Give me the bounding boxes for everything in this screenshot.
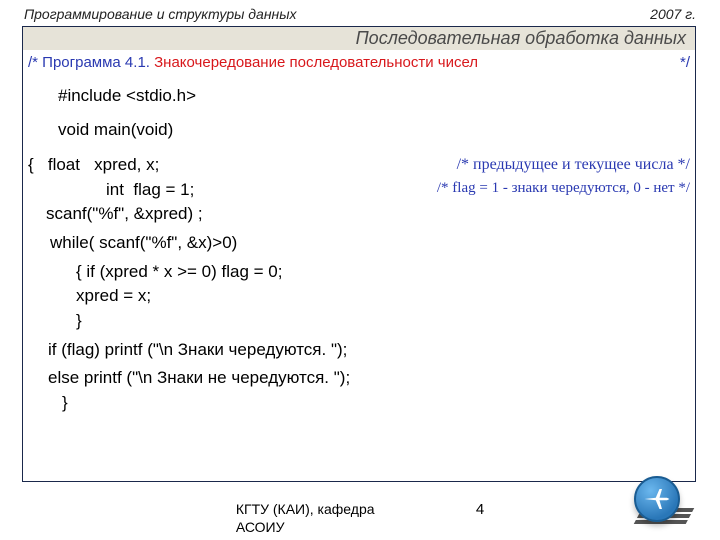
course-title: Программирование и структуры данных bbox=[24, 6, 297, 22]
program-comment-prefix: /* Программа 4.1. bbox=[28, 54, 150, 71]
globe-icon bbox=[634, 476, 680, 522]
code-flag-comment: /* flag = 1 - знаки чередуются, 0 - нет … bbox=[437, 178, 690, 203]
code-else: else printf ("\n Знаки не чередуются. ")… bbox=[28, 362, 690, 391]
program-comment: /* Программа 4.1. Знакочередование после… bbox=[28, 52, 690, 74]
airplane-icon bbox=[642, 484, 672, 514]
code-include: #include <stdio.h> bbox=[28, 74, 690, 109]
code-decl-comment: /* предыдущее и текущее числа */ bbox=[457, 153, 690, 178]
slide-header: Программирование и структуры данных 2007… bbox=[0, 0, 720, 22]
code-while: while( scanf("%f", &x)>0) bbox=[28, 227, 690, 256]
code-if: { if (xpred * x >= 0) flag = 0; bbox=[28, 256, 690, 285]
slide-footer: КГТУ (КАИ), кафедра АСОИУ 4 bbox=[0, 501, 720, 536]
code-brace-inner: } bbox=[28, 309, 690, 334]
institution-logo bbox=[634, 476, 690, 532]
code-if-flag: if (flag) printf ("\n Знаки чередуются. … bbox=[28, 334, 690, 363]
page-number: 4 bbox=[476, 501, 484, 518]
code-decl-row: { float xpred, x; /* предыдущее и текуще… bbox=[28, 143, 690, 178]
footer-org: КГТУ (КАИ), кафедра АСОИУ bbox=[236, 501, 416, 536]
code-scanf1: scanf("%f", &xpred) ; bbox=[28, 202, 690, 227]
code-flag: int flag = 1; bbox=[28, 178, 194, 203]
code-listing: /* Программа 4.1. Знакочередование после… bbox=[28, 52, 690, 415]
program-comment-highlight: Знакочередование последовательности чисе… bbox=[154, 54, 478, 71]
code-flag-row: int flag = 1; /* flag = 1 - знаки череду… bbox=[28, 178, 690, 203]
code-assign: xpred = x; bbox=[28, 284, 690, 309]
program-comment-suffix: */ bbox=[680, 52, 690, 74]
code-decl: { float xpred, x; bbox=[28, 153, 159, 178]
code-brace-outer: } bbox=[28, 391, 690, 416]
code-main-sig: void main(void) bbox=[28, 108, 690, 143]
year-label: 2007 г. bbox=[650, 6, 696, 22]
